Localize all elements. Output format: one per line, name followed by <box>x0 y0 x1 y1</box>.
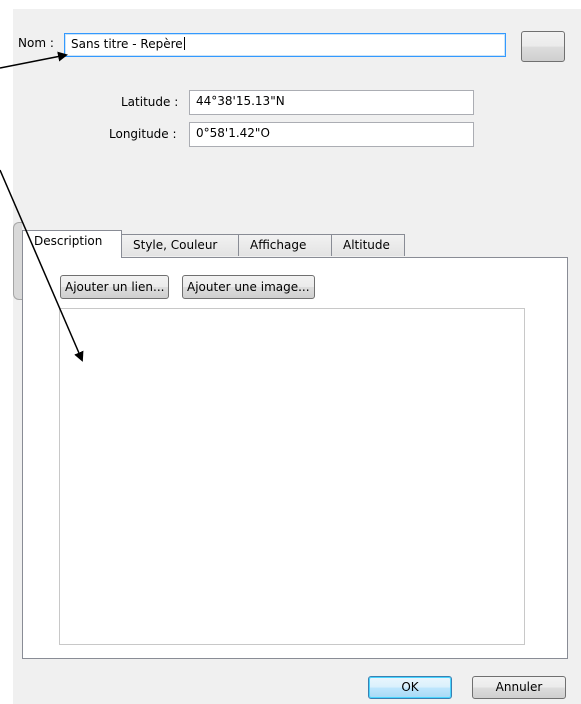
cancel-button[interactable]: Annuler <box>472 676 566 699</box>
tab-description[interactable]: Description <box>22 230 122 258</box>
name-value: Sans titre - Repère <box>71 37 183 51</box>
name-label: Nom : <box>18 36 54 50</box>
tab-altitude[interactable]: Altitude <box>331 234 405 256</box>
tab-description-label: Description <box>34 234 103 248</box>
ok-button[interactable]: OK <box>368 676 452 699</box>
add-image-button[interactable]: Ajouter une image... <box>182 275 315 299</box>
tab-style-couleur-label: Style, Couleur <box>133 238 218 252</box>
tab-style-couleur[interactable]: Style, Couleur <box>121 234 239 256</box>
name-field[interactable]: Sans titre - Repère <box>64 33 506 57</box>
text-caret <box>183 37 185 50</box>
side-tab-handle[interactable] <box>13 222 22 300</box>
longitude-value: 0°58'1.42"O <box>196 126 270 140</box>
tab-affichage-label: Affichage <box>250 238 307 252</box>
latitude-label: Latitude : <box>121 95 179 109</box>
tab-altitude-label: Altitude <box>343 238 390 252</box>
description-textarea[interactable] <box>59 308 525 645</box>
icon-picker-button[interactable] <box>521 31 565 62</box>
longitude-label: Longitude : <box>109 127 177 141</box>
latitude-field[interactable]: 44°38'15.13"N <box>189 90 474 115</box>
add-link-button[interactable]: Ajouter un lien... <box>60 275 170 299</box>
tab-affichage[interactable]: Affichage <box>238 234 332 256</box>
latitude-value: 44°38'15.13"N <box>196 94 285 108</box>
longitude-field[interactable]: 0°58'1.42"O <box>189 122 474 147</box>
